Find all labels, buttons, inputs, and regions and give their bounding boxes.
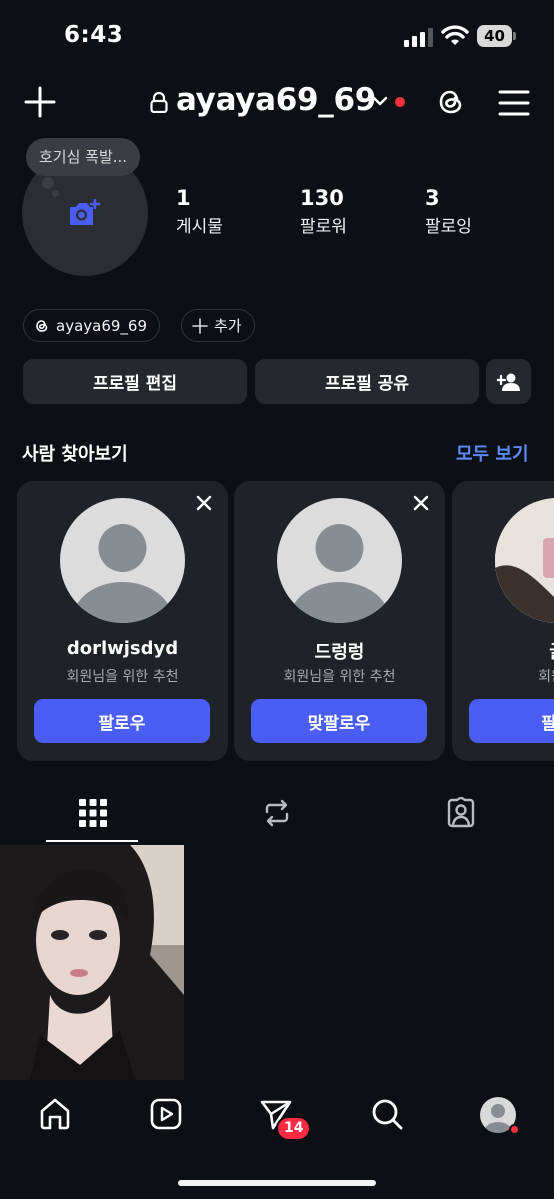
threads-icon <box>36 319 48 332</box>
plus-icon <box>192 317 208 334</box>
tagged-icon[interactable] <box>445 797 477 829</box>
suggestions-title: 사람 찾아보기 <box>22 444 128 465</box>
create-plus-icon[interactable] <box>24 86 56 118</box>
reels-icon[interactable] <box>149 1097 183 1131</box>
follow-button[interactable]: 팔로 <box>469 699 554 743</box>
grid-icon[interactable] <box>77 797 109 829</box>
add-person-icon <box>496 373 520 391</box>
threads-pill-label: ayaya69_69 <box>56 316 148 335</box>
status-time: 6:43 <box>64 22 124 48</box>
suggestion-reason: 회원님을 위한 추천 <box>66 669 179 685</box>
active-tab-indicator <box>46 840 138 842</box>
share-profile-button[interactable]: 프로필 공유 <box>255 359 479 404</box>
chevron-down-icon[interactable] <box>372 95 388 107</box>
add-photo-camera-icon[interactable] <box>67 198 101 228</box>
lock-icon <box>150 91 168 113</box>
note-bubble-tail-small <box>52 190 59 197</box>
add-pill-label: 추가 <box>214 317 242 335</box>
messages-badge: 14 <box>276 1116 312 1141</box>
suggestion-name[interactable]: dorlwjsdyd <box>17 638 228 659</box>
suggestion-reason: 회원님을 위한 추천 <box>283 669 396 685</box>
follow-button[interactable]: 팔로우 <box>34 699 210 743</box>
suggestion-avatar-photo[interactable] <box>495 498 554 623</box>
post-photo <box>0 845 184 1080</box>
suggestion-name[interactable]: 드렁렁 <box>234 638 445 664</box>
suggestion-avatar[interactable] <box>60 498 185 623</box>
followers-label[interactable]: 팔로워 <box>300 212 347 237</box>
followers-count[interactable]: 130 <box>300 186 344 210</box>
posts-label[interactable]: 게시물 <box>176 212 223 237</box>
default-avatar-icon <box>72 524 173 623</box>
wifi-icon <box>441 25 469 45</box>
see-all-link[interactable]: 모두 보기 <box>456 440 529 466</box>
profile-notification-dot <box>509 1124 520 1135</box>
suggestion-card[interactable]: dorlwjsdyd 회원님을 위한 추천 팔로우 <box>17 481 228 761</box>
suggestion-card-partial[interactable]: 굴 회원님 팔로 <box>452 481 554 761</box>
account-notification-dot <box>395 97 405 107</box>
post-thumbnail[interactable] <box>0 845 184 1080</box>
cellular-signal-icon <box>404 28 433 47</box>
battery-level: 40 <box>477 25 512 47</box>
suggestion-reason: 회원님 <box>538 669 554 685</box>
suggestion-avatar[interactable] <box>277 498 402 623</box>
add-link-pill[interactable]: 추가 <box>181 309 255 342</box>
close-icon[interactable] <box>413 495 429 511</box>
suggestion-name[interactable]: 굴 <box>452 638 554 664</box>
discover-people-button[interactable] <box>486 359 531 404</box>
following-count[interactable]: 3 <box>425 186 440 210</box>
note-bubble-tail <box>42 177 54 189</box>
edit-profile-button[interactable]: 프로필 편집 <box>23 359 247 404</box>
reposts-icon[interactable] <box>261 797 293 829</box>
search-icon[interactable] <box>370 1097 404 1131</box>
home-indicator <box>178 1180 376 1186</box>
suggestion-card[interactable]: 드렁렁 회원님을 위한 추천 맞팔로우 <box>234 481 445 761</box>
threads-profile-pill[interactable]: ayaya69_69 <box>23 309 161 342</box>
profile-username[interactable]: ayaya69_69 <box>176 82 376 118</box>
default-avatar-icon <box>289 524 390 623</box>
threads-icon[interactable] <box>435 86 467 118</box>
following-label[interactable]: 팔로잉 <box>425 212 472 237</box>
home-icon[interactable] <box>38 1097 72 1131</box>
follow-back-button[interactable]: 맞팔로우 <box>251 699 427 743</box>
battery-icon: 40 <box>477 25 517 47</box>
posts-count[interactable]: 1 <box>176 186 191 210</box>
menu-icon[interactable] <box>498 89 530 117</box>
profile-note[interactable]: 호기심 폭발... <box>26 138 141 176</box>
user-photo <box>495 498 554 623</box>
close-icon[interactable] <box>196 495 212 511</box>
